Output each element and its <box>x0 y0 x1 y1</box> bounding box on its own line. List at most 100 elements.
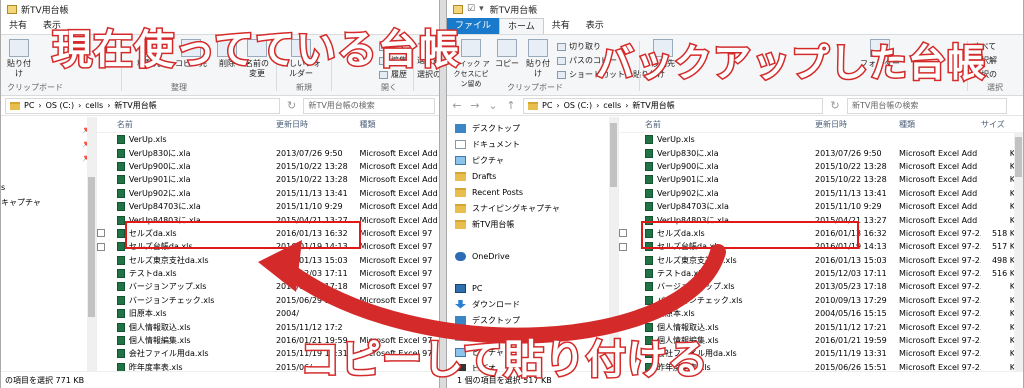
table-row[interactable]: バージョンアップ.xls 2013/05/23 17:18 Microsoft Ex… <box>97 280 439 293</box>
nav-item[interactable]: ドキュメント <box>447 136 618 152</box>
table-row[interactable]: VerUp830に.xla 2013/07/26 9:50 Microsoft Ex… <box>619 146 1023 159</box>
file-type: Microsoft Excel Add <box>899 202 978 212</box>
refresh-icon[interactable]: ↻ <box>286 99 298 112</box>
checkbox-icon[interactable]: ☑ <box>467 4 475 14</box>
file-name: VerUp902に.xla <box>645 188 815 199</box>
nav-item-partial[interactable]: キャプチャ <box>1 197 41 208</box>
nav-item[interactable]: 新TV用台帳 <box>447 216 618 232</box>
scroll-thumb[interactable] <box>1015 137 1022 177</box>
paste-icon <box>528 39 548 57</box>
folder-icon <box>7 4 17 14</box>
row-checkbox[interactable] <box>97 229 105 238</box>
column-name[interactable]: 名前 <box>645 119 815 130</box>
forward-arrow-icon[interactable]: → <box>469 99 481 112</box>
table-row[interactable]: VerUp830に.xla 2013/07/26 9:50 Microsoft Ex… <box>97 146 439 159</box>
chevron-down-icon[interactable]: ⌄ <box>487 99 499 112</box>
file-date: 2015/10/22 13:28 <box>275 175 348 185</box>
table-row[interactable]: VerUp900に.xla 2015/10/22 13:28 Microsoft E… <box>97 160 439 173</box>
file-name: 個人情報取込.xls <box>116 322 276 333</box>
table-row[interactable]: バージョンチェック.xls 2015/06/29 17:29 Microsoft E… <box>97 294 439 307</box>
desktop-icon <box>455 315 466 325</box>
scroll-thumb[interactable] <box>88 177 95 317</box>
table-row[interactable]: 旧原本.xls 2004/ <box>97 307 439 320</box>
table-row[interactable]: 旧原本.xls 2004/05/16 15:15 Microsoft Excel 9… <box>619 307 1023 320</box>
column-size[interactable]: サイズ <box>981 119 1015 130</box>
path-icon <box>557 56 566 65</box>
row-checkbox[interactable] <box>619 242 627 251</box>
file-name: テストda.xls <box>645 268 815 279</box>
file-date: 2015/10/22 13:28 <box>815 175 887 185</box>
pc-icon <box>455 283 466 293</box>
paste-button[interactable]: 貼り付け <box>523 39 553 79</box>
nav-item[interactable]: デスクトップ <box>447 312 618 328</box>
table-row[interactable]: VerUp900に.xla 2015/10/22 13:28 Microsoft E… <box>619 160 1023 173</box>
table-row[interactable]: セルズ東京支社da.xls 2016/01/13 15:03 Microsoft E… <box>619 254 1023 267</box>
table-row[interactable]: バージョンアップ.xls 2013/05/23 17:18 Microsoft Ex… <box>619 280 1023 293</box>
file-size: 498 K <box>991 255 1015 265</box>
copy-button[interactable]: コピー <box>495 39 519 69</box>
scroll-thumb[interactable] <box>610 123 617 187</box>
nav-item[interactable]: ダウンロード <box>447 296 618 312</box>
column-header-row: 名前 更新日時 種類 サイズ <box>619 117 1023 133</box>
table-row[interactable]: 個人情報取込.xls 2015/11/12 17:21 Microsoft Exce… <box>619 320 1023 333</box>
column-modified[interactable]: 更新日時 <box>276 119 360 130</box>
table-row[interactable]: 個人情報取込.xls 2015/11/12 17:2 <box>97 320 439 333</box>
column-modified[interactable]: 更新日時 <box>815 119 899 130</box>
excel-file-icon <box>116 215 125 225</box>
desktop-icon <box>455 123 466 133</box>
file-type: Microsoft Excel Add <box>359 148 438 158</box>
back-arrow-icon[interactable]: ← <box>451 99 463 112</box>
table-row[interactable]: セルズ東京支社da.xls 2016/01/13 15:03 Microsoft E… <box>97 254 439 267</box>
table-row[interactable]: VerUp902に.xla 2015/11/13 13:41 Microsoft E… <box>619 187 1023 200</box>
column-name[interactable]: 名前 <box>117 119 276 130</box>
nav-item[interactable]: デスクトップ <box>447 120 618 136</box>
file-type: Microsoft Excel Add <box>899 188 978 198</box>
nav-item[interactable]: Drafts <box>447 168 618 184</box>
search-input[interactable]: 新TV用台帳の検索 <box>303 97 436 114</box>
file-name: テストda.xls <box>116 268 276 279</box>
nav-item[interactable]: PC <box>447 280 618 296</box>
table-row[interactable]: VerUp84703に.xla 2015/11/10 9:29 Microsoft … <box>619 200 1023 213</box>
column-type[interactable]: 種類 <box>359 119 439 130</box>
nav-item[interactable]: Recent Posts <box>447 184 618 200</box>
cut-button[interactable]: 切り取り <box>557 41 601 52</box>
table-row[interactable]: バージョンチェック.xls 2010/09/13 17:29 Microsoft E… <box>619 294 1023 307</box>
nav-scrollbar[interactable] <box>87 117 96 371</box>
table-row[interactable]: VerUp901に.xla 2015/10/22 13:28 Microsoft E… <box>97 173 439 186</box>
column-type[interactable]: 種類 <box>899 119 981 130</box>
tab-view[interactable]: 表示 <box>578 18 612 34</box>
table-row[interactable]: テストda.xls 2015/12/03 17:11 Microsoft Excel… <box>97 267 439 280</box>
paste-button[interactable]: 貼り付け <box>5 39 33 79</box>
tab-share[interactable]: 共有 <box>1 18 35 34</box>
table-row[interactable]: VerUp901に.xla 2015/10/22 13:28 Microsoft E… <box>619 173 1023 186</box>
excel-file-icon <box>116 255 125 265</box>
table-row[interactable]: VerUp.xls <box>619 133 1023 146</box>
up-arrow-icon[interactable]: ↑ <box>505 99 517 112</box>
tab-share[interactable]: 共有 <box>544 18 578 34</box>
file-size: K <box>1009 202 1015 212</box>
title-bar: 新TV用台帳 <box>1 0 439 18</box>
nav-item-partial[interactable]: s <box>1 183 5 192</box>
file-name: VerUp900に.xla <box>645 161 815 172</box>
address-bar[interactable]: PC › OS (C:) › cells › 新TV用台帳 <box>5 97 280 114</box>
refresh-icon[interactable]: ↻ <box>829 99 841 112</box>
file-name: 個人情報編集.xls <box>116 335 276 346</box>
search-input[interactable]: 新TV用台帳の検索 <box>847 97 1007 114</box>
dropdown-icon[interactable]: ▾ <box>479 4 484 14</box>
table-row[interactable]: VerUp.xls <box>97 133 439 146</box>
nav-item[interactable]: ピクチャ <box>447 152 618 168</box>
file-date: 2015/06/26 15:51 <box>815 362 887 371</box>
nav-item[interactable]: OneDrive <box>447 248 618 264</box>
tab-home[interactable]: ホーム <box>499 18 544 34</box>
nav-scrollbar[interactable] <box>609 117 618 371</box>
list-scrollbar[interactable] <box>1014 133 1023 371</box>
row-checkbox[interactable] <box>97 242 105 251</box>
table-row[interactable]: テストda.xls 2015/12/03 17:11 Microsoft Excel… <box>619 267 1023 280</box>
row-checkbox[interactable] <box>619 229 627 238</box>
nav-item[interactable]: スナイピングキャプチャ <box>447 200 618 216</box>
excel-file-icon <box>116 269 125 279</box>
table-row[interactable]: VerUp84703に.xla 2015/11/10 9:29 Microsoft … <box>97 200 439 213</box>
address-bar[interactable]: PC › OS (C:) › cells › 新TV用台帳 <box>523 97 823 114</box>
file-name: VerUp.xls <box>645 135 815 145</box>
table-row[interactable]: VerUp902に.xla 2015/11/13 13:41 Microsoft E… <box>97 187 439 200</box>
